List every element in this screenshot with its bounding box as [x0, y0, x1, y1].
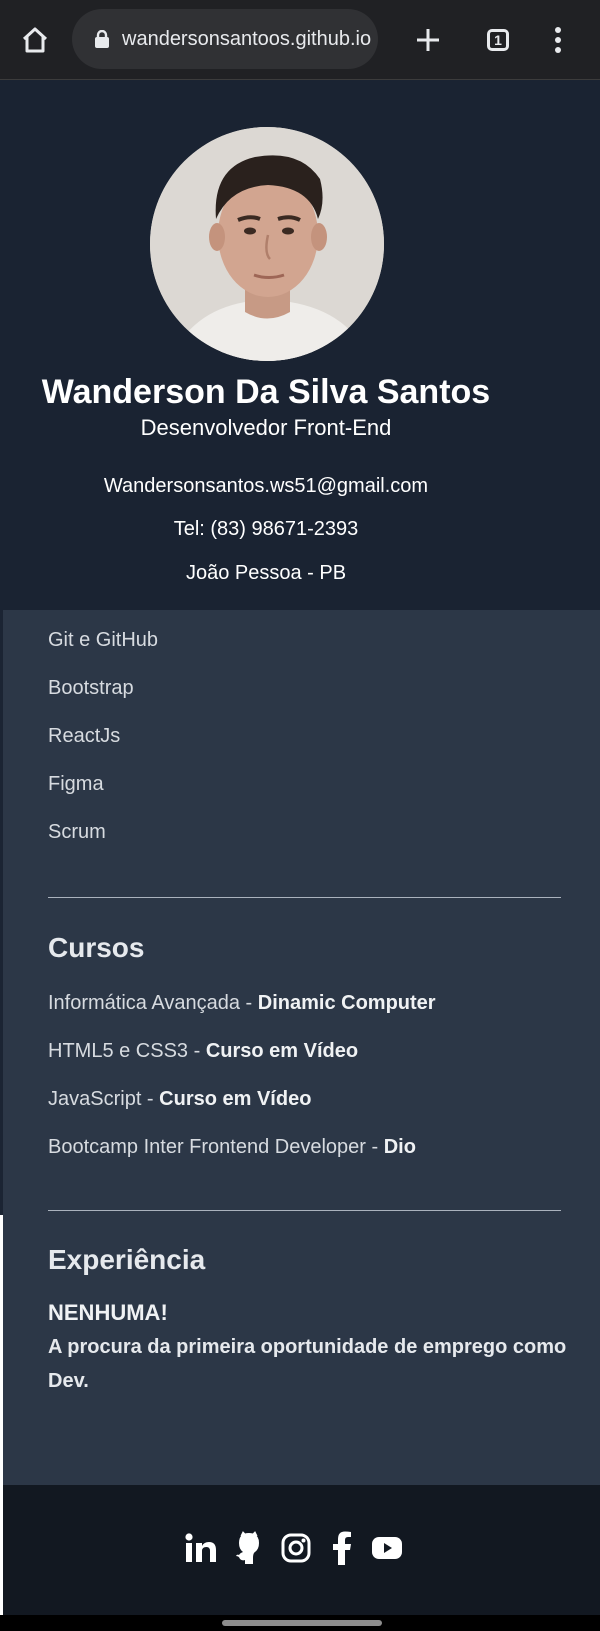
section-divider	[48, 1210, 561, 1211]
skill-item: ReactJs	[48, 725, 121, 747]
course-separator: -	[365, 1136, 384, 1158]
skill-item: Bootstrap	[48, 677, 134, 699]
youtube-icon	[372, 1537, 402, 1559]
dot-icon	[555, 37, 561, 43]
more-menu-button[interactable]	[548, 22, 568, 58]
new-tab-button[interactable]	[410, 22, 446, 58]
section-divider	[48, 897, 561, 898]
course-name: JavaScript	[48, 1088, 142, 1110]
instagram-icon	[281, 1533, 311, 1563]
facebook-icon	[333, 1531, 351, 1565]
profile-email[interactable]: Wandersonsantos.ws51@gmail.com	[0, 475, 532, 498]
course-org: Curso em Vídeo	[205, 1040, 359, 1062]
linkedin-icon	[185, 1533, 216, 1562]
course-item: Informática Avançada - Dinamic Computer	[48, 992, 436, 1015]
course-separator: -	[188, 1040, 206, 1062]
profile-location: João Pessoa - PB	[185, 562, 347, 584]
course-item: Bootcamp Inter Frontend Developer - Dio	[48, 1136, 416, 1159]
experience-text: A procura da primeira oportunidade de em…	[48, 1336, 567, 1392]
youtube-link[interactable]	[369, 1530, 405, 1566]
browser-toolbar: wandersonsantoos.github.io 1	[0, 0, 600, 80]
course-item: JavaScript - Curso em Vídeo	[48, 1088, 311, 1111]
tab-count: 1	[487, 29, 509, 51]
instagram-link[interactable]	[278, 1530, 314, 1566]
home-button[interactable]	[17, 22, 53, 58]
course-item: HTML5 e CSS3 - Curso em Vídeo	[48, 1040, 358, 1063]
skill-item: Figma	[48, 773, 104, 795]
home-gesture-handle[interactable]	[222, 1620, 382, 1626]
course-separator: -	[239, 992, 258, 1014]
courses-title: Cursos	[48, 932, 145, 963]
experience-title: Experiência	[48, 1244, 206, 1275]
url-text: wandersonsantoos.github.io	[122, 27, 372, 50]
facebook-link[interactable]	[325, 1530, 359, 1566]
home-icon	[22, 27, 48, 53]
main-content: Git e GitHub Bootstrap ReactJs Figma Scr…	[3, 610, 600, 1485]
github-icon	[236, 1531, 259, 1564]
profile-name: Wanderson Da Silva Santos	[41, 373, 491, 411]
skill-item: Git e GitHub	[48, 629, 159, 651]
course-org: Dinamic Computer	[257, 992, 436, 1014]
profile-header: Wanderson Da Silva Santos Desenvolvedor …	[0, 80, 600, 610]
github-link[interactable]	[231, 1530, 267, 1566]
skill-item: Scrum	[48, 821, 106, 843]
dot-icon	[555, 47, 561, 53]
course-name: Informática Avançada	[48, 992, 240, 1014]
linkedin-link[interactable]	[183, 1530, 219, 1566]
lock-icon	[94, 30, 112, 48]
course-name: HTML5 e CSS3	[48, 1040, 189, 1062]
dot-icon	[555, 27, 561, 33]
profile-role: Desenvolvedor Front-End	[140, 415, 392, 440]
system-nav-bar	[0, 1615, 600, 1631]
avatar	[150, 127, 384, 361]
course-name: Bootcamp Inter Frontend Developer	[48, 1136, 366, 1158]
plus-icon	[417, 29, 439, 51]
course-separator: -	[141, 1088, 160, 1110]
course-org: Dio	[383, 1136, 416, 1158]
tab-switcher-button[interactable]: 1	[480, 22, 516, 58]
footer	[3, 1485, 600, 1615]
address-bar[interactable]: wandersonsantoos.github.io	[72, 9, 378, 69]
experience-headline: NENHUMA!	[48, 1300, 168, 1325]
profile-phone[interactable]: Tel: (83) 98671-2393	[0, 518, 532, 541]
course-org: Curso em Vídeo	[159, 1088, 312, 1110]
